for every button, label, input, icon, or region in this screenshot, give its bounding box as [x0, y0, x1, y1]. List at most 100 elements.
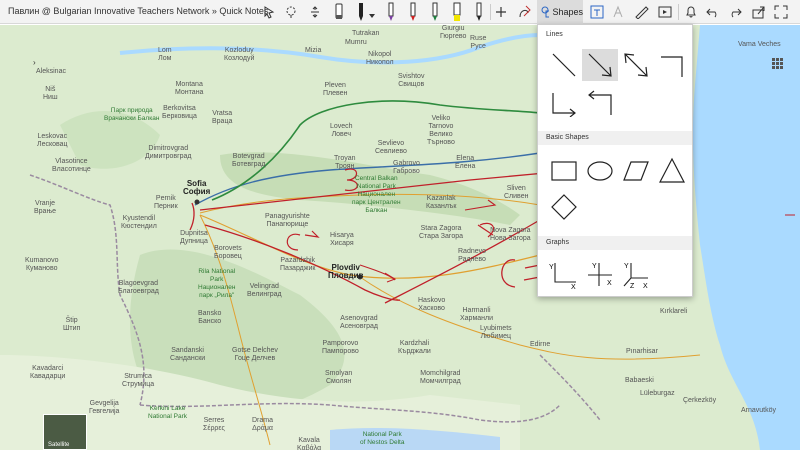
undo-icon[interactable]: [706, 2, 720, 22]
shape-graph-cross[interactable]: YX: [582, 259, 618, 291]
map-label-gotse: Gotse Delchev Гоце Делчев: [232, 347, 278, 362]
shapes-button-label: Shapes: [552, 7, 583, 17]
graph3-z-label: Z: [630, 283, 635, 290]
eraser-icon[interactable]: [332, 2, 346, 22]
shapes-button[interactable]: Shapes: [537, 0, 583, 24]
map-label-plovdiv: Plovdiv Пловдив: [328, 263, 364, 280]
map-label-pernik: Pernik Перник: [154, 195, 178, 210]
ink-to-shape-icon[interactable]: [516, 2, 532, 22]
apps-grid-icon[interactable]: [771, 57, 783, 69]
section-basic-shapes-header: Basic Shapes: [538, 131, 692, 145]
map-label-sandanski: Sandanski Сандански: [170, 347, 206, 362]
window-title: Павлин @ Bulgarian Innovative Teachers N…: [8, 6, 269, 16]
map-label-sevlievo: Sevlievo Севлиево: [375, 140, 407, 155]
map-label-hisarya: Hisarya Хисаря: [330, 232, 354, 247]
map-label-dimitrovgrad: Dimitrovgrad Димитровград: [145, 145, 192, 160]
insert-space-icon[interactable]: [308, 2, 322, 22]
add-pen-icon[interactable]: [494, 2, 508, 22]
map-label-svishtov: Svishtov Свищов: [398, 73, 425, 88]
map-label-blagoevgrad: Blagoevgrad Благоевград: [118, 280, 159, 295]
fullscreen-icon[interactable]: [774, 2, 788, 22]
pen-purple-icon[interactable]: [384, 2, 398, 22]
map-label-park1: Парк природа Врачански Балкан: [104, 107, 160, 122]
satellite-layer-thumbnail[interactable]: Satellite: [43, 414, 87, 450]
map-label-stip: Štip Штип: [63, 317, 81, 332]
map-label-sliven: Sliven Сливен: [504, 185, 529, 200]
map-label-aleksinac: Aleksinac: [36, 68, 66, 75]
pen-black-2-icon[interactable]: [472, 2, 486, 22]
map-label-kumanovo: Kumanovo Куманово: [25, 257, 59, 272]
graph1-y-label: Y: [549, 264, 554, 271]
shape-double-arrow[interactable]: [618, 49, 654, 81]
shapes-panel: Lines Basic Shapes Graphs YX YX Y Z X: [537, 24, 693, 297]
shape-graph-3d[interactable]: Y Z X: [618, 259, 654, 291]
shape-elbow-line[interactable]: [654, 49, 690, 81]
section-lines-header: Lines: [538, 28, 692, 42]
shape-rectangle[interactable]: [546, 155, 582, 187]
map-label-kavala: Kavala Καβάλα: [297, 437, 322, 450]
map-label-vratsa: Vratsa Враца: [212, 110, 233, 125]
map-label-ruse: Ruse Русе: [470, 35, 487, 50]
map-label-botevgrad: Botevgrad Ботевград: [232, 153, 266, 168]
highlighter-yellow-icon[interactable]: [450, 2, 464, 22]
satellite-label: Satellite: [48, 442, 70, 448]
map-label-kozlodui: Kozloduy Козлодуй: [224, 47, 255, 62]
map-label-tutrakan: Tutrakan: [352, 30, 380, 37]
map-label-mizia: Mizia: [305, 47, 322, 54]
map-label-pamporovo: Pamporovo Пампорово: [322, 340, 359, 355]
lasso-select-icon[interactable]: [262, 2, 276, 22]
shape-diamond[interactable]: [546, 191, 582, 223]
map-label-starazagora: Stara Zagora Стара Загора: [419, 225, 464, 240]
map-label-lovech: Lovech Ловеч: [330, 123, 353, 138]
map-label-nestos: National Park of Nestos Delta: [360, 431, 405, 446]
map-label-harmanli: Harmanli Харманли: [460, 307, 494, 322]
shape-elbow-arrow[interactable]: [546, 87, 582, 119]
map-label-radnevo: Radnevo Раднево: [458, 248, 487, 263]
replay-icon[interactable]: [658, 2, 672, 22]
pen-green-icon[interactable]: [428, 2, 442, 22]
section-graphs-header: Graphs: [538, 236, 692, 250]
share-icon[interactable]: [752, 2, 766, 22]
graph2-y-label: Y: [592, 263, 597, 270]
shape-arrow[interactable]: [582, 49, 618, 81]
map-label-elena: Elena Елена: [455, 155, 476, 170]
map-label-haskovo: Haskovo Хасково: [418, 297, 446, 312]
shape-ellipse[interactable]: [582, 155, 618, 187]
map-label-vama: Vama Veches: [738, 41, 781, 48]
graph1-x-label: X: [571, 284, 576, 290]
pen-options-chevron-icon[interactable]: [368, 6, 376, 26]
map-label-sofia: Sofia София: [183, 179, 211, 196]
map-label-pinarhisar: Pınarhisar: [626, 348, 658, 355]
map-label-arnavutkoy: Arnavutköy: [741, 407, 777, 414]
map-label-edirne: Edirne: [530, 341, 551, 348]
map-label-nikopol: Nikopol Никопол: [366, 51, 394, 66]
ink-to-math-icon[interactable]: [612, 2, 626, 22]
shape-line[interactable]: [546, 49, 582, 81]
map-label-giurgiu: Giurgiu Гюргево: [440, 25, 467, 40]
shape-elbow-double-arrow[interactable]: [582, 87, 618, 119]
pen-black-icon[interactable]: [354, 2, 368, 22]
map-label-strumica: Strumica Струмица: [122, 373, 155, 388]
map-label-kyustendil: Kyustendil Кюстендил: [121, 215, 157, 230]
map-label-kazanlak: Kazanlak Казанлък: [426, 195, 457, 210]
map-label-gabrovo: Gabrovo Габрово: [393, 160, 420, 175]
notifications-icon[interactable]: [684, 2, 698, 22]
graph3-y-label: Y: [624, 263, 629, 270]
shape-graph-2d[interactable]: YX: [546, 259, 582, 291]
map-label-troyan: Troyan Троян: [334, 155, 356, 170]
lasso-icon[interactable]: [284, 2, 298, 22]
ink-to-text-icon[interactable]: [590, 2, 604, 22]
map-label-nis: Niš Ниш: [43, 86, 58, 101]
pen-red-icon[interactable]: [406, 2, 420, 22]
map-label-serres: Serres Σέρρες: [203, 417, 225, 432]
collapse-panel-arrow-icon[interactable]: ›: [33, 58, 36, 67]
map-label-babaeski: Babaeski: [625, 377, 654, 384]
toolbar: Павлин @ Bulgarian Innovative Teachers N…: [0, 0, 800, 24]
map-label-smolyan: Smolyan Смолян: [325, 370, 353, 385]
map-label-veliko: Veliko Tarnovo Велико Търново: [427, 115, 455, 146]
redo-icon[interactable]: [728, 2, 742, 22]
shape-triangle[interactable]: [654, 155, 690, 187]
shape-parallelogram[interactable]: [618, 155, 654, 187]
ruler-icon[interactable]: [634, 2, 650, 22]
map-label-kerkini: Kerkini Lake National Park: [148, 405, 188, 420]
